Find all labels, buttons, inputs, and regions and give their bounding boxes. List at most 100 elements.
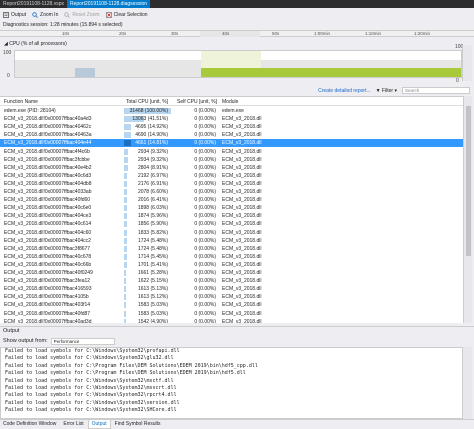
table-row[interactable]: ECM_v3_2018.dll!0x00007ffbac404e44 4661 (… xyxy=(0,139,463,148)
self-cpu-cell: 0 (0.00%) xyxy=(194,140,216,147)
function-name-cell: ECM_v3_2018.dll!0x00007ffbac4105b xyxy=(4,294,89,301)
module-cell: ECM_v3_2018.dll xyxy=(222,270,262,276)
total-cpu-cell: 2934 (9.32%) xyxy=(137,148,168,155)
table-row[interactable]: ECM_v3_2018.dll!0x00007ffbac404cc2 1724 (… xyxy=(0,237,463,245)
self-cpu-cell: 0 (0.00%) xyxy=(194,189,216,195)
table-row[interactable]: ECM_v3_2018.dll!0x00007ffbac416593 1613 (… xyxy=(0,285,463,293)
table-row[interactable]: ECM_v3_2018.dll!0x00007ffbac3fcbbe 2934 (… xyxy=(0,156,463,164)
table-row[interactable]: ECM_v3_2018.dll!0x00007ffbac40c678 1714 (… xyxy=(0,253,463,261)
table-row[interactable]: ECM_v3_2018.dll!0x00007ffbac40fd60 2016 (… xyxy=(0,196,463,204)
tab-vspx[interactable]: Report20191108-1128.vspx xyxy=(0,0,67,8)
clear-selection-button[interactable]: Clear Selection xyxy=(105,12,148,18)
total-cpu-bar xyxy=(124,245,127,252)
table-row[interactable]: ECM_v3_2018.dll!0x00007ffbac4f4c6b 2934 (… xyxy=(0,148,463,156)
timeline-selection[interactable] xyxy=(200,31,260,37)
output-panel-title: Output xyxy=(0,326,474,335)
total-cpu-cell: 2804 (8.91%) xyxy=(137,164,168,171)
table-row[interactable]: ECM_v3_2018.dll!0x00007ffbac40462c 4695 (… xyxy=(0,123,463,131)
output-scrollbar[interactable] xyxy=(463,347,472,419)
output-button[interactable]: Output xyxy=(3,12,26,18)
self-cpu-cell: 0 (0.00%) xyxy=(194,180,216,187)
cpu-usage-svg xyxy=(15,51,461,77)
total-cpu-bar xyxy=(124,156,129,163)
column-header-function-name[interactable]: Function Name xyxy=(4,99,38,105)
table-row[interactable]: ECM_v3_2018.dll!0x00007ffbac40c614 1856 (… xyxy=(0,220,463,228)
function-name-cell: ECM_v3_2018.dll!0x00007ffbac3f8677 xyxy=(4,245,91,252)
bottom-tab[interactable]: Code Definition Window xyxy=(0,420,59,429)
column-header-total-cpu[interactable]: Total CPU [unit, %] xyxy=(126,99,168,105)
cpu-graph-title: ◢ CPU (% of all processors) xyxy=(4,41,67,47)
function-name-cell: ECM_v3_2018.dll!0x00007ffbac40ad3d xyxy=(4,318,92,323)
table-row[interactable]: ECM_v3_2018.dll!0x00007ffbac40f0249 1661 … xyxy=(0,269,463,277)
cpu-graph-scrollbar[interactable] xyxy=(462,45,472,81)
table-row[interactable]: ECM_v3_2018.dll!0x00007ffbac40fd87 1583 (… xyxy=(0,310,463,318)
session-toolbar: Output Zoom In Reset Zoom Clear Selectio… xyxy=(0,8,474,21)
table-row[interactable]: ECM_v3_2018.dll!0x00007ffbac40a4d3 13063 … xyxy=(0,115,463,123)
cpu-usage-graph[interactable] xyxy=(14,50,462,78)
table-row[interactable]: ECM_v3_2018.dll!0x00007ffbac403f14 1583 (… xyxy=(0,301,463,309)
self-cpu-cell: 0 (0.00%) xyxy=(194,229,216,236)
bottom-tab[interactable]: Output xyxy=(87,420,111,429)
zoom-in-label: Zoom In xyxy=(40,11,59,18)
grid-scrollbar-thumb[interactable] xyxy=(466,106,471,256)
table-row[interactable]: ECM_v3_2018.dll!0x00007ffbac404db8 2176 (… xyxy=(0,180,463,188)
output-line: Failed to load symbols for C:\Windows\Sy… xyxy=(5,407,177,414)
timeline-tick: 1:00min xyxy=(314,31,331,36)
module-cell: ECM_v3_2018.dll xyxy=(222,213,262,220)
create-detailed-report-link[interactable]: Create detailed report... xyxy=(318,88,371,94)
bottom-tab[interactable]: Find Symbol Results xyxy=(112,420,164,429)
function-name-cell: ECM_v3_2018.dll!0x00007ffbac404c60 xyxy=(4,229,92,236)
table-row[interactable]: edem.exe (PID: 28104) 31468 (100.00%) 0 (0… xyxy=(0,107,463,115)
function-grid: Function Name Total CPU [unit, %] Self C… xyxy=(0,96,463,323)
table-row[interactable]: ECM_v3_2018.dll!0x00007ffbac404c60 1833 (… xyxy=(0,229,463,237)
cpu-ymax: 100 xyxy=(3,50,12,56)
zoom-in-icon xyxy=(32,11,38,18)
zoom-in-button[interactable]: Zoom In xyxy=(32,12,58,18)
function-name-cell: ECM_v3_2018.dll!0x00007ffbac3fea12 xyxy=(4,278,91,285)
grid-toolbar: Create detailed report... ▼ Filter ▾ Sea… xyxy=(0,86,474,95)
self-cpu-cell: 0 (0.00%) xyxy=(194,278,216,285)
table-row[interactable]: ECM_v3_2018.dll!0x00007ffbac4033ab 2078 (… xyxy=(0,188,463,196)
bottom-tab[interactable]: Error List xyxy=(60,420,86,429)
function-name-cell: ECM_v3_2018.dll!0x00007ffbac404cc2 xyxy=(4,237,91,244)
table-row[interactable]: ECM_v3_2018.dll!0x00007ffbac4105b 1613 (5… xyxy=(0,293,463,301)
function-name-cell: ECM_v3_2018.dll!0x00007ffbac40c66b xyxy=(4,261,92,268)
module-cell: ECM_v3_2018.dll xyxy=(222,286,262,293)
total-cpu-bar xyxy=(124,221,127,228)
reset-zoom-button[interactable]: Reset Zoom xyxy=(64,12,100,18)
table-row[interactable]: ECM_v3_2018.dll!0x00007ffbac40463a 4690 (… xyxy=(0,131,463,139)
column-header-self-cpu[interactable]: Self CPU [unit, %] xyxy=(177,99,217,105)
output-text-area[interactable]: Failed to load symbols for C:\Windows\Sy… xyxy=(0,347,463,419)
module-cell: edem.exe xyxy=(222,108,244,114)
table-row[interactable]: ECM_v3_2018.dll!0x00007ffbac40e4b2 2804 (… xyxy=(0,164,463,172)
search-input[interactable]: Search xyxy=(402,87,470,94)
total-cpu-bar xyxy=(124,213,127,220)
total-cpu-bar xyxy=(124,229,127,236)
output-line: Failed to load symbols for C:\Windows\Sy… xyxy=(5,377,174,384)
function-name-cell: ECM_v3_2018.dll!0x00007ffbac40a4d3 xyxy=(4,116,92,123)
module-cell: ECM_v3_2018.dll xyxy=(222,197,262,204)
table-row[interactable]: ECM_v3_2018.dll!0x00007ffbac3f8677 1724 (… xyxy=(0,245,463,253)
module-cell: ECM_v3_2018.dll xyxy=(222,221,262,228)
table-row[interactable]: ECM_v3_2018.dll!0x00007ffbac3fea12 1622 (… xyxy=(0,277,463,285)
table-row[interactable]: ECM_v3_2018.dll!0x00007ffbac40c6e0 1898 (… xyxy=(0,204,463,212)
document-tab-strip: Report20191108-1128.vspx Report20191108-… xyxy=(0,0,474,8)
output-line: Failed to load symbols for C:\Windows\Sy… xyxy=(5,399,180,406)
filter-button[interactable]: ▼ Filter ▾ xyxy=(376,88,397,94)
table-row[interactable]: ECM_v3_2018.dll!0x00007ffbac40ad3d 1542 (… xyxy=(0,318,463,323)
timeline-ruler[interactable]: 10s 20s 30s 40s 50s 1:00min 1:10min 1:20… xyxy=(0,30,474,37)
function-name-cell: ECM_v3_2018.dll!0x00007ffbac404db8 xyxy=(4,180,92,187)
table-row[interactable]: ECM_v3_2018.dll!0x00007ffbac40c66b 1701 (… xyxy=(0,261,463,269)
function-name-cell: ECM_v3_2018.dll!0x00007ffbac4033ab xyxy=(4,189,92,195)
table-row[interactable]: ECM_v3_2018.dll!0x00007ffbac404ce3 1874 (… xyxy=(0,212,463,220)
module-cell: ECM_v3_2018.dll xyxy=(222,172,262,179)
output-line: Failed to load symbols for C:\Program Fi… xyxy=(5,362,258,369)
output-source-select[interactable]: Performance xyxy=(50,337,115,345)
total-cpu-cell: 1898 (6.03%) xyxy=(137,205,168,212)
column-header-module[interactable]: Module xyxy=(222,99,238,105)
grid-scrollbar[interactable] xyxy=(463,96,472,323)
module-cell: ECM_v3_2018.dll xyxy=(222,310,262,317)
total-cpu-cell: 1613 (5.12%) xyxy=(137,294,168,301)
tab-diagsession[interactable]: Report20191108-1128.diagsession xyxy=(66,0,151,8)
table-row[interactable]: ECM_v3_2018.dll!0x00007ffbac40c6d3 2192 (… xyxy=(0,172,463,180)
